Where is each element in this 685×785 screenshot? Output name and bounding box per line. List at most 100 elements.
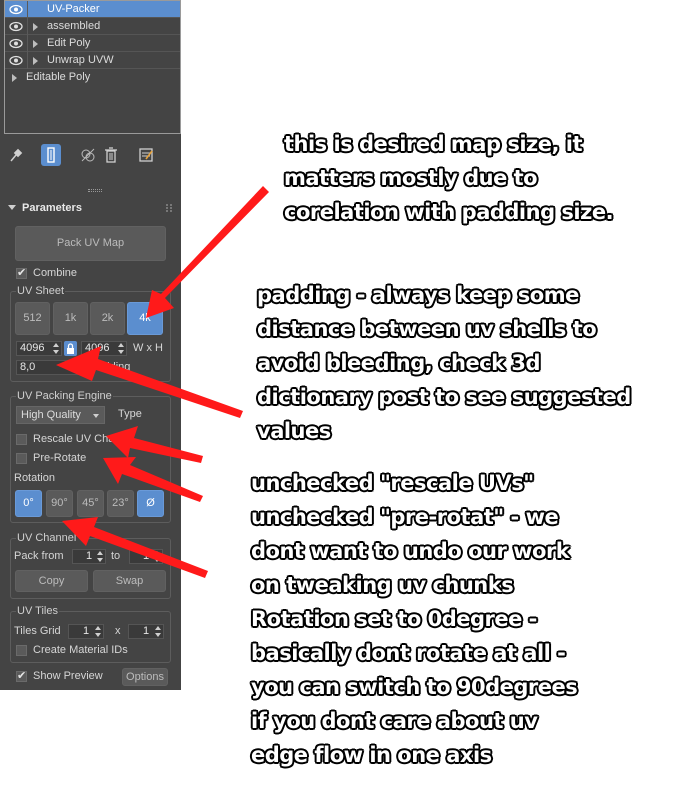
annotation-line: matters mostly due to (284, 166, 538, 190)
eye-icon[interactable] (9, 21, 23, 32)
modifier-stack: UV-Packer assembled Edit Poly Unwrap UVW… (4, 0, 181, 134)
stack-item-unwrap-uvw[interactable]: Unwrap UVW (5, 52, 180, 69)
create-material-ids-label: Create Material IDs (33, 644, 128, 656)
stack-item-editable-poly[interactable]: Editable Poly (5, 69, 180, 86)
rotation-45-button[interactable]: 45° (77, 490, 104, 517)
quality-value: High Quality (21, 409, 81, 421)
rotation-label: Rotation (14, 472, 55, 484)
rescale-uv-charts-checkbox[interactable] (16, 434, 27, 445)
annotation-padding: padding - always keep some distance betw… (257, 278, 631, 448)
eye-icon[interactable] (9, 55, 23, 66)
annotation-line: this is desired map size, it (284, 132, 583, 156)
rotation-free-button[interactable]: Ø (137, 490, 164, 517)
stack-item-uv-packer[interactable]: UV-Packer (5, 1, 180, 18)
rotation-90-button[interactable]: 90° (46, 490, 73, 517)
pin-icon[interactable] (6, 144, 26, 166)
divider (27, 35, 28, 52)
annotation-map-size: this is desired map size, it matters mos… (284, 127, 614, 229)
remove-modifier-icon[interactable] (101, 144, 121, 166)
annotation-line: basically dont rotate at all - (251, 641, 566, 665)
show-end-result-icon[interactable] (41, 144, 61, 166)
quality-dropdown[interactable]: High Quality (16, 406, 105, 424)
annotation-line: values (257, 419, 331, 443)
expand-triangle-icon[interactable] (33, 57, 38, 65)
type-label: Type (118, 408, 142, 420)
size-4k-button[interactable]: 4k (127, 302, 163, 335)
annotation-line: you can switch to 90degrees (251, 675, 578, 699)
pack-to-spinner[interactable] (153, 550, 161, 563)
pack-from-spinner[interactable] (96, 550, 104, 563)
stack-toolbar (0, 140, 181, 170)
to-label: to (111, 550, 121, 562)
stack-item-assembled[interactable]: assembled (5, 18, 180, 35)
annotation-line: unchecked "rescale UVs" (251, 471, 534, 495)
padding-label: Padding (90, 361, 131, 373)
expand-triangle-icon[interactable] (33, 40, 38, 48)
width-spinner[interactable] (52, 342, 60, 355)
combine-checkbox[interactable] (16, 266, 27, 279)
collapse-triangle-icon[interactable] (8, 205, 16, 210)
size-512-button[interactable]: 512 (15, 302, 50, 335)
tiles-grid-y-spinner[interactable] (154, 625, 162, 638)
tiles-grid-label: Tiles Grid (14, 625, 61, 637)
show-preview-checkbox[interactable] (16, 669, 27, 682)
copy-button[interactable]: Copy (15, 570, 88, 592)
stack-item-label: assembled (47, 20, 101, 32)
divider (27, 52, 28, 69)
make-unique-icon[interactable] (78, 144, 98, 166)
eye-icon[interactable] (9, 4, 23, 15)
combine-label: Combine (33, 267, 78, 279)
pre-rotate-checkbox[interactable] (16, 453, 27, 464)
stack-item-label: Edit Poly (47, 37, 91, 49)
eye-icon[interactable] (9, 38, 23, 49)
uv-tiles-title: UV Tiles (16, 605, 59, 617)
parameters-rollout-header[interactable]: Parameters (0, 198, 181, 220)
annotation-line: corelation with padding size. (284, 200, 614, 224)
show-preview-label: Show Preview (33, 670, 103, 682)
annotation-line: on tweaking uv chunks (251, 573, 514, 597)
annotation-line: avoid bleeding, check 3d (257, 351, 541, 375)
expand-triangle-icon[interactable] (33, 23, 38, 31)
annotation-line: dont want to undo our work (251, 539, 570, 563)
annotation-line: if you dont care about uv (251, 709, 538, 733)
height-spinner[interactable] (117, 342, 125, 355)
rotation-0-button[interactable]: 0° (15, 490, 42, 517)
padding-spinner[interactable] (72, 361, 80, 374)
annotation-rotation: unchecked "rescale UVs" unchecked "pre-r… (251, 466, 578, 772)
options-button[interactable]: Options (122, 668, 168, 686)
chevron-down-icon (93, 414, 99, 418)
divider (27, 18, 28, 35)
stack-item-label: UV-Packer (47, 3, 100, 15)
tiles-grid-x-spinner[interactable] (94, 625, 102, 638)
configure-modifier-sets-icon[interactable] (136, 144, 156, 166)
uv-sheet-title: UV Sheet (16, 285, 66, 297)
command-panel: UV-Packer assembled Edit Poly Unwrap UVW… (0, 0, 181, 690)
pack-uv-map-button[interactable]: Pack UV Map (15, 226, 166, 261)
annotation-line: Rotation set to 0degree - (251, 607, 537, 631)
stack-item-edit-poly[interactable]: Edit Poly (5, 35, 180, 52)
annotation-line: padding - always keep some (257, 283, 579, 307)
pre-rotate-label: Pre-Rotate (33, 452, 87, 464)
annotation-line: distance between uv shells to (257, 317, 597, 341)
rollout-title: Parameters (22, 202, 82, 214)
stack-item-label: Editable Poly (26, 71, 91, 83)
rescale-uv-charts-label: Rescale UV Charts (33, 433, 116, 445)
rotation-23-button[interactable]: 23° (107, 490, 134, 517)
create-material-ids-checkbox[interactable] (16, 645, 27, 656)
stack-item-label: Unwrap UVW (47, 54, 114, 66)
lock-icon[interactable] (64, 341, 77, 356)
resize-grip[interactable] (88, 189, 102, 192)
divider (27, 1, 28, 18)
size-2k-button[interactable]: 2k (90, 302, 125, 335)
x-label: x (115, 625, 121, 637)
wxh-label: W x H (133, 342, 163, 354)
annotation-line: dictionary post to see suggested (257, 385, 631, 409)
uv-packing-engine-title: UV Packing Engine (16, 390, 113, 402)
pack-from-label: Pack from (14, 550, 64, 562)
expand-triangle-icon[interactable] (12, 74, 17, 82)
swap-button[interactable]: Swap (93, 570, 166, 592)
size-1k-button[interactable]: 1k (53, 302, 88, 335)
drag-handle-icon[interactable] (166, 204, 172, 212)
annotation-line: unchecked "pre-rotat" - we (251, 505, 559, 529)
annotation-line: edge flow in one axis (251, 743, 492, 767)
